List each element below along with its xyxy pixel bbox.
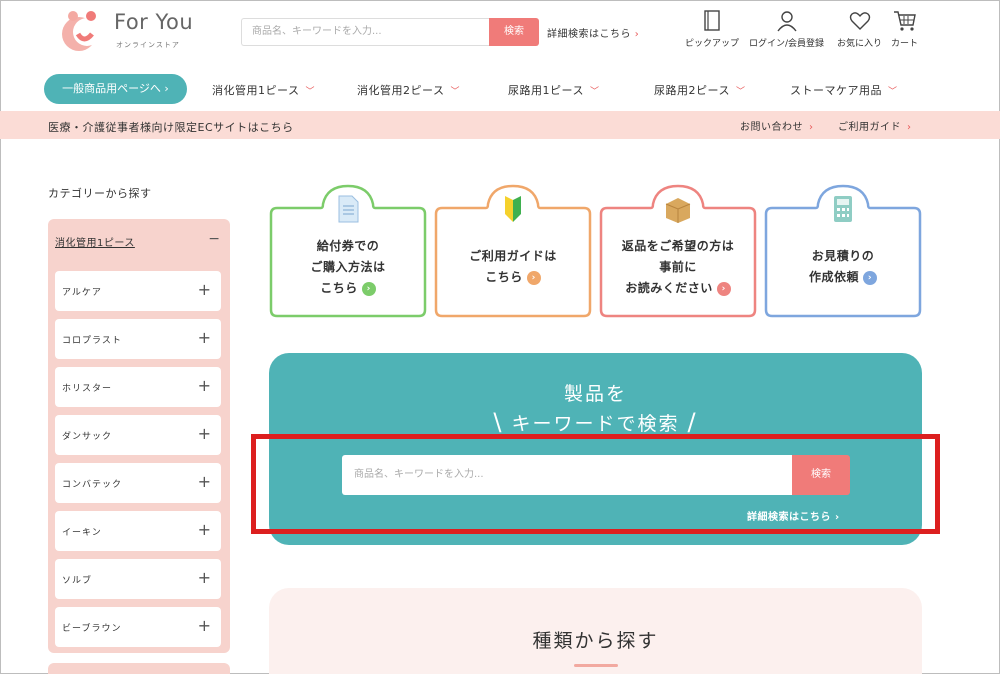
chevron-down-icon: ﹀ [888,87,898,97]
sidebar-item-convatec[interactable]: コンバテック + [55,463,221,503]
types-section: 種類から探す [269,588,922,674]
nav-item-urinary-2piece[interactable]: 尿路用2ピース ﹀ [654,82,745,98]
category-sidebar: 消化管用1ピース − アルケア + コロプラスト + ホリスター + ダンサック + コ… [48,219,230,653]
general-products-button[interactable]: 一般商品用ページへ › [44,74,187,104]
sidebar-item-eakin[interactable]: イーキン + [55,511,221,551]
usage-guide-card[interactable]: ご利用ガイドは こちら › [434,184,592,318]
beginner-mark-icon [505,196,521,222]
keyword-search-title: 製品を \ キーワードで検索 / [493,383,698,436]
cart-button[interactable]: カート [891,10,918,49]
favorites-button[interactable]: お気に入り [837,10,882,49]
info-band: 医療・介護従事者様向け限定ECサイトはこちら お問い合わせ › ご利用ガイド › [0,111,1000,139]
arrow-right-icon: › [361,281,376,296]
login-button[interactable]: ログイン/会員登録 [749,10,824,49]
category-sidebar-next [48,663,230,674]
logo-mark-icon [62,11,101,51]
contact-link[interactable]: お問い合わせ › [740,118,814,133]
header-advanced-search-link[interactable]: 詳細検索はこちら › [547,25,639,40]
main-nav: 一般商品用ページへ › 消化管用1ピース ﹀ 消化管用2ピース ﹀ 尿路用1ピース ﹀… [0,62,1000,110]
sidebar-title: カテゴリーから探す [48,187,152,200]
header: For You オンラインストア 商品名、キーワードを入力... 検索 詳細検索… [0,0,1000,62]
chevron-down-icon: ﹀ [735,87,746,97]
chevron-down-icon: ﹀ [450,87,460,97]
chevron-down-icon: ﹀ [305,87,315,97]
types-title: 種類から探す [532,630,659,652]
sidebar-item-bbraun[interactable]: ビーブラウン + [55,607,221,647]
document-icon [338,195,359,223]
estimate-request-card[interactable]: お見積りの 作成依頼 › [764,184,922,318]
plus-icon[interactable]: + [198,521,211,539]
heart-icon [849,12,870,30]
highlight-box [251,434,940,534]
sidebar-item-hollister[interactable]: ホリスター + [55,367,221,407]
calculator-icon [834,196,852,222]
collapse-icon[interactable]: − [208,231,220,247]
header-search-button[interactable]: 検索 [489,18,539,46]
sidebar-item-salts[interactable]: ソルブ + [55,559,221,599]
arrow-right-icon: › [526,270,541,285]
plus-icon[interactable]: + [198,281,211,299]
arrow-right-icon: › [863,270,877,285]
nav-item-stoma-care[interactable]: ストーマケア用品 ﹀ [790,82,898,98]
voucher-purchase-card[interactable]: 給付券での ご購入方法は こちら › [269,184,427,318]
plus-icon[interactable]: + [198,425,211,443]
sidebar-item-alcare[interactable]: アルケア + [55,271,221,311]
chevron-down-icon: ﹀ [589,87,600,97]
guide-link[interactable]: ご利用ガイド › [838,118,912,133]
plus-icon[interactable]: + [198,473,211,491]
arrow-right-icon: › [716,281,731,296]
sidebar-section-title[interactable]: 消化管用1ピース [55,234,135,249]
nav-item-urinary-1piece[interactable]: 尿路用1ピース ﹀ [508,82,599,98]
plus-icon[interactable]: + [198,569,211,587]
header-search-input[interactable]: 商品名、キーワードを入力... [241,18,489,46]
plus-icon[interactable]: + [198,329,211,347]
title-underline [574,664,618,667]
logo-text: For You [114,10,194,34]
logo[interactable]: For You オンラインストア [58,8,198,56]
box-icon [665,198,691,223]
plus-icon[interactable]: + [198,617,211,635]
returns-card[interactable]: 返品をご希望の方は 事前に お読みください › [599,184,757,318]
plus-icon[interactable]: + [198,377,211,395]
nav-item-digestive-1piece[interactable]: 消化管用1ピース ﹀ [212,82,315,98]
pickup-button[interactable]: ピックアップ [685,10,739,49]
sidebar-item-dansac[interactable]: ダンサック + [55,415,221,455]
nav-item-digestive-2piece[interactable]: 消化管用2ピース ﹀ [357,82,460,98]
book-icon [704,10,720,31]
cart-icon [893,11,916,31]
medical-site-link[interactable]: 医療・介護従事者様向け限定ECサイトはこちら [48,119,294,135]
user-icon [776,11,797,32]
sidebar-item-coloplast[interactable]: コロプラスト + [55,319,221,359]
logo-subtitle: オンラインストア [116,41,180,49]
